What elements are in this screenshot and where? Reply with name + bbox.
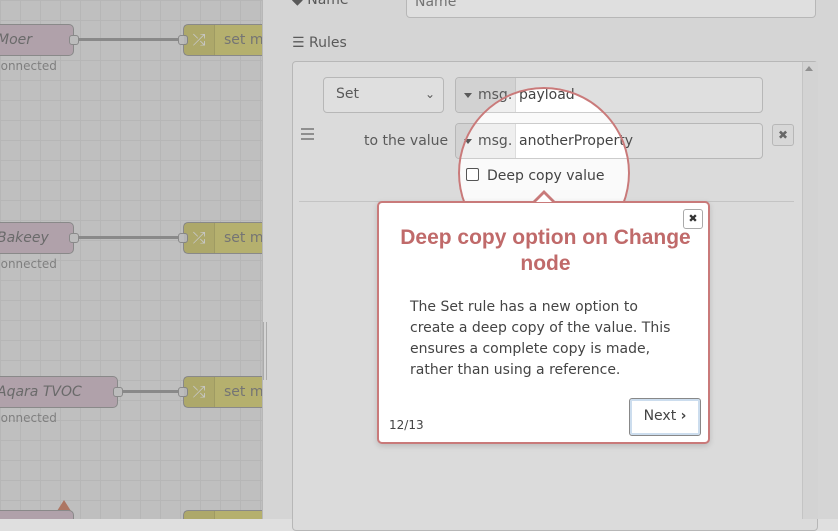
target-property-value[interactable]: payload [519, 78, 575, 112]
close-icon: ✖ [777, 128, 789, 142]
tag-icon: ◆ [292, 0, 303, 8]
value-type-selector[interactable]: msg. [456, 124, 516, 158]
target-type-selector[interactable]: msg. [456, 78, 516, 112]
flow-workspace[interactable]: Moer connected ⤮ set m Bakeey connected … [0, 0, 262, 519]
deep-copy-option[interactable]: Deep copy value [466, 168, 604, 184]
deep-copy-label: Deep copy value [487, 168, 605, 184]
name-field-label: ◆ Name [292, 0, 349, 8]
remove-rule-button[interactable]: ✖ [772, 124, 794, 146]
chevron-down-icon: ⌄ [424, 87, 435, 101]
popover-pointer-inner [536, 194, 552, 202]
value-property-value[interactable]: anotherProperty [519, 124, 633, 158]
caret-down-icon [464, 138, 472, 144]
rule-action-select[interactable]: Set ⌄ [323, 77, 444, 113]
to-value-label: to the value [364, 133, 449, 149]
rules-scrollbar[interactable] [802, 62, 818, 519]
popover-title: Deep copy option on Change node [400, 226, 691, 275]
caret-down-icon [464, 92, 472, 98]
deep-copy-checkbox[interactable] [466, 168, 479, 181]
name-input[interactable] [406, 0, 816, 18]
rule-action-value: Set [336, 86, 359, 102]
rules-section-label: ☰ Rules [292, 35, 347, 51]
tray-resize-handle[interactable] [263, 322, 267, 380]
rule-target-input[interactable]: msg. payload [455, 77, 763, 113]
tour-popover: ✖ Deep copy option on Change node The Se… [377, 201, 710, 444]
list-icon: ☰ [292, 35, 305, 51]
rule-value-input[interactable]: msg. anotherProperty [455, 123, 763, 159]
next-button[interactable]: Next › [629, 398, 701, 436]
popover-body: The Set rule has a new option to create … [410, 299, 671, 378]
rule-drag-handle-icon[interactable] [301, 128, 314, 140]
close-icon: ✖ [688, 212, 698, 225]
scroll-up-arrow-icon[interactable] [805, 66, 813, 71]
chevron-right-icon: › [680, 408, 687, 424]
tour-step-counter: 12/13 [389, 418, 424, 432]
workspace-dim-overlay [0, 0, 262, 519]
